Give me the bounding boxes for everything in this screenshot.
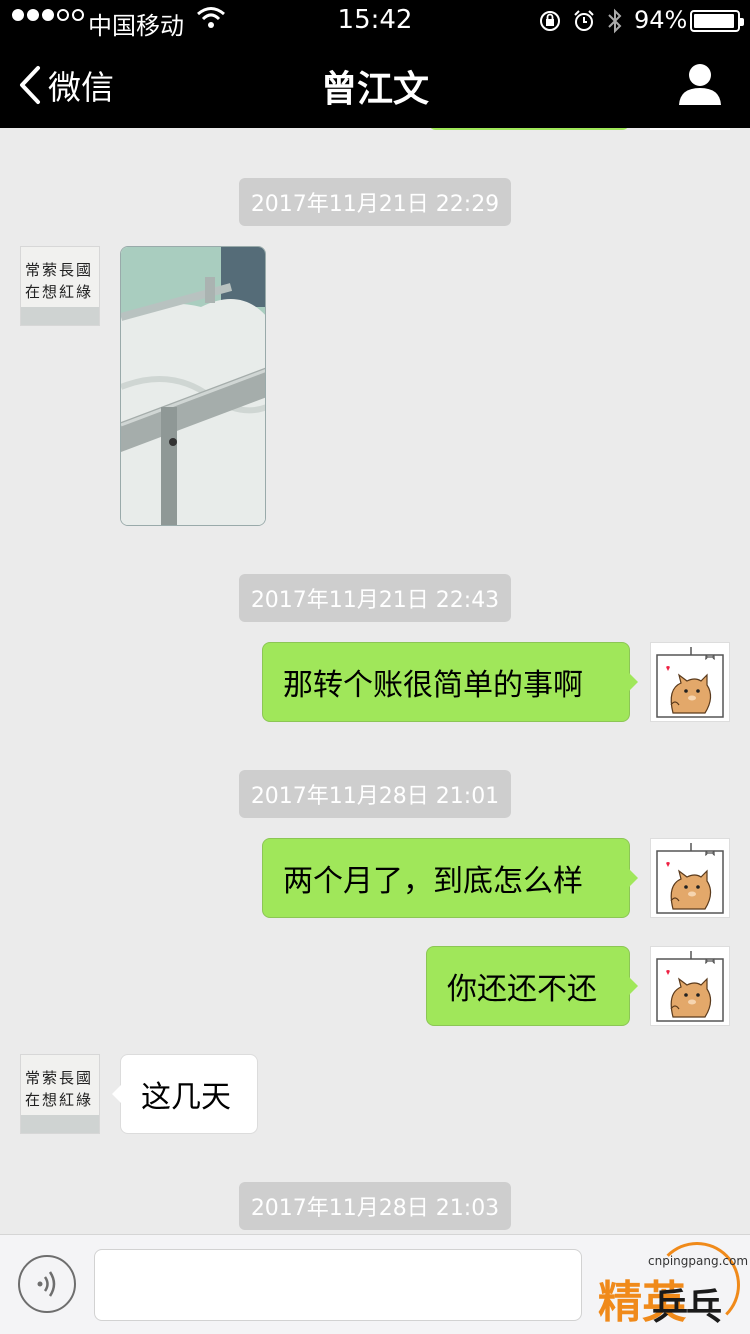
rotation-lock-icon [540, 11, 560, 31]
message-text: 你还还不还 [447, 972, 597, 1007]
message-text: 两个月了，到底怎么样 [283, 864, 583, 899]
chat-area[interactable]: 2017年11月21日 22:29 常萦長國 在想紅綠 2017年11月21日 … [0, 128, 750, 1234]
timestamp: 2017年11月21日 22:43 [0, 574, 750, 622]
message-text: 这几天 [141, 1080, 231, 1115]
message-text: 那转个账很简单的事啊 [283, 668, 583, 703]
voice-wave-icon [37, 1271, 56, 1297]
my-avatar[interactable] [650, 642, 730, 722]
my-avatar[interactable] [650, 838, 730, 918]
alarm-icon [574, 10, 594, 31]
voice-input-button[interactable] [18, 1255, 76, 1313]
status-bar: 中国移动 15:42 94% [0, 0, 750, 40]
timestamp: 2017年11月28日 21:03 [0, 1182, 750, 1230]
previous-sent-bubble [428, 128, 630, 130]
previous-avatar [650, 128, 730, 130]
sent-message-bubble[interactable]: 那转个账很简单的事啊 [262, 642, 638, 722]
contact-avatar[interactable]: 常萦長國 在想紅綠 [20, 1054, 100, 1134]
timestamp: 2017年11月28日 21:01 [0, 770, 750, 818]
contact-profile-icon[interactable] [676, 62, 724, 106]
timestamp: 2017年11月21日 22:29 [0, 178, 750, 226]
top-bar: 中国移动 15:42 94% 微信 曾江文 [0, 0, 750, 128]
bluetooth-icon [608, 8, 622, 34]
battery-icon [690, 10, 744, 32]
contact-avatar[interactable]: 常萦長國 在想紅綠 [20, 246, 100, 326]
received-photo[interactable] [120, 246, 266, 526]
received-message-bubble[interactable]: 这几天 [112, 1054, 258, 1134]
site-watermark: cnpingpang.com 精英 乒乓网 [590, 1236, 748, 1334]
message-input[interactable] [94, 1249, 582, 1321]
battery-percent: 94% [634, 6, 688, 34]
my-avatar[interactable] [650, 946, 730, 1026]
sent-message-bubble[interactable]: 两个月了，到底怎么样 [262, 838, 638, 918]
sent-message-bubble[interactable]: 你还还不还 [426, 946, 638, 1026]
chat-title: 曾江文 [320, 69, 429, 110]
